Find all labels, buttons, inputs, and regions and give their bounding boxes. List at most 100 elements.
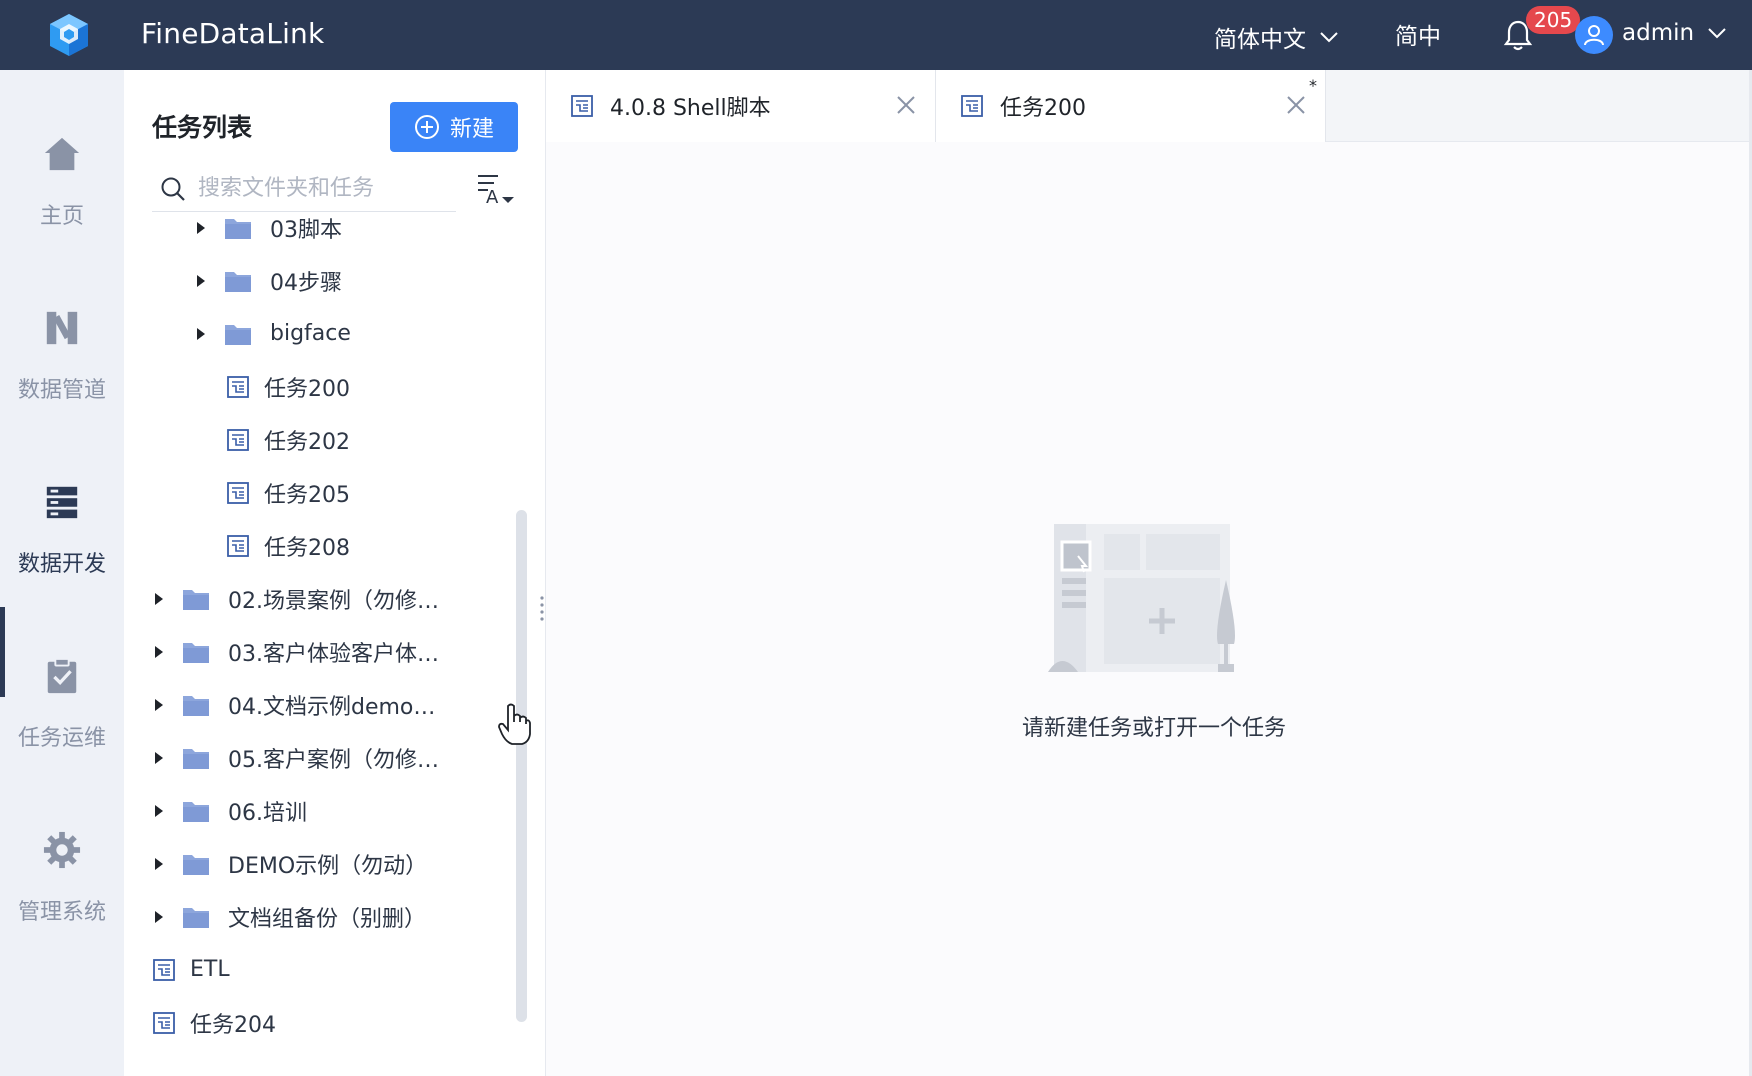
task-list-panel: 任务列表 新建 A 03脚本 04步骤 bigface 任务200 任务202 任务205… bbox=[124, 70, 546, 1076]
user-menu[interactable]: admin bbox=[1622, 20, 1728, 46]
tab-shell-script[interactable]: 4.0.8 Shell脚本 bbox=[546, 70, 936, 142]
search-input[interactable] bbox=[198, 176, 448, 201]
task-icon bbox=[153, 1011, 175, 1034]
tree-folder-row[interactable]: 04.文档示例demo… bbox=[152, 678, 435, 731]
tree-item-label: DEMO示例（勿动） bbox=[228, 853, 428, 879]
folder-icon bbox=[183, 801, 209, 822]
user-icon bbox=[1584, 25, 1604, 46]
folder-icon bbox=[183, 695, 209, 716]
tree-item-label: 04.文档示例demo… bbox=[228, 694, 436, 720]
tree-item-label: 文档组备份（别删） bbox=[228, 906, 427, 932]
app-logo-icon[interactable] bbox=[44, 12, 94, 58]
tree-item-label: 05.客户案例（勿修… bbox=[228, 747, 439, 773]
new-task-button[interactable]: 新建 bbox=[390, 102, 518, 152]
folder-icon bbox=[225, 324, 251, 345]
caret-right-icon[interactable] bbox=[152, 592, 166, 606]
scrollbar[interactable] bbox=[516, 510, 527, 1022]
chevron-down-icon bbox=[1708, 28, 1726, 39]
folder-icon bbox=[225, 218, 251, 239]
search-icon bbox=[161, 177, 185, 201]
tree-folder-row[interactable]: 文档组备份（别删） bbox=[152, 890, 426, 943]
tab-task-200[interactable]: 任务200 * bbox=[936, 70, 1326, 142]
caret-right-icon[interactable] bbox=[194, 327, 208, 341]
tree-folder-row[interactable]: DEMO示例（勿动） bbox=[152, 837, 427, 890]
task-icon bbox=[153, 958, 175, 981]
simplified-toggle[interactable]: 简中 bbox=[1395, 17, 1441, 51]
tree-folder-row[interactable]: 03.客户体验客户体… bbox=[152, 625, 439, 678]
caret-right-icon[interactable] bbox=[152, 910, 166, 924]
avatar[interactable] bbox=[1575, 16, 1613, 54]
unsaved-marker: * bbox=[1309, 76, 1317, 95]
task-icon bbox=[227, 534, 249, 557]
top-bar: FineDataLink 简体中文 简中 205 admin bbox=[0, 0, 1752, 70]
tree-item-label: 03.客户体验客户体… bbox=[228, 641, 439, 667]
caret-right-icon[interactable] bbox=[152, 698, 166, 712]
nav-item-home[interactable]: 主页 bbox=[0, 70, 124, 230]
svg-text:A: A bbox=[486, 187, 499, 208]
language-label: 简体中文 bbox=[1214, 27, 1306, 53]
close-icon[interactable] bbox=[895, 94, 917, 116]
tree-task-row[interactable]: 任务208 bbox=[194, 519, 350, 572]
task-icon bbox=[961, 95, 983, 117]
sort-icon[interactable]: A bbox=[476, 170, 516, 208]
folder-icon bbox=[183, 748, 209, 769]
tree-item-label: bigface bbox=[270, 321, 351, 346]
folder-icon bbox=[183, 642, 209, 663]
nav-item-admin[interactable]: 管理系统 bbox=[0, 766, 124, 926]
tab-label: 任务200 bbox=[1000, 96, 1086, 121]
caret-right-icon[interactable] bbox=[152, 804, 166, 818]
data-dev-icon bbox=[42, 482, 82, 522]
username: admin bbox=[1622, 20, 1695, 46]
tree-item-label: 06.培训 bbox=[228, 800, 307, 826]
folder-icon bbox=[183, 589, 209, 610]
tree-item-label: 任务208 bbox=[264, 535, 350, 561]
task-icon bbox=[227, 428, 249, 451]
tree-folder-row[interactable]: bigface bbox=[194, 307, 351, 360]
app-title: FineDataLink bbox=[141, 17, 325, 50]
nav-item-pipeline[interactable]: 数据管道 bbox=[0, 244, 124, 404]
plus-circle-icon bbox=[414, 115, 439, 139]
tree-item-label: 任务205 bbox=[264, 482, 350, 508]
nav-item-task-ops[interactable]: 任务运维 bbox=[0, 592, 124, 752]
task-icon bbox=[227, 481, 249, 504]
nav-rail: 主页 数据管道 数据开发 任务运维 管理系统 bbox=[0, 70, 124, 1076]
task-ops-icon bbox=[42, 656, 82, 696]
nav-item-label: 管理系统 bbox=[17, 900, 106, 925]
tree-task-row[interactable]: ETL bbox=[152, 943, 230, 996]
home-icon bbox=[42, 134, 82, 174]
tree-folder-row[interactable]: 05.客户案例（勿修… bbox=[152, 731, 439, 784]
nav-item-label: 数据开发 bbox=[17, 552, 106, 577]
tree-item-label: 03脚本 bbox=[270, 217, 342, 243]
hand-cursor-icon bbox=[498, 702, 532, 746]
tree-task-row[interactable]: 任务202 bbox=[194, 413, 350, 466]
tree-item-label: 任务202 bbox=[264, 429, 350, 455]
folder-icon bbox=[225, 271, 251, 292]
notification-badge: 205 bbox=[1526, 6, 1581, 34]
caret-right-icon[interactable] bbox=[194, 221, 208, 235]
tree-task-row[interactable]: 任务200 bbox=[194, 360, 350, 413]
tree-folder-row[interactable]: 06.培训 bbox=[152, 784, 307, 837]
language-selector[interactable]: 简体中文 bbox=[1214, 20, 1340, 54]
nav-item-label: 数据管道 bbox=[17, 378, 106, 403]
caret-right-icon[interactable] bbox=[194, 274, 208, 288]
tree-folder-row[interactable]: 04步骤 bbox=[194, 254, 342, 307]
caret-right-icon[interactable] bbox=[152, 857, 166, 871]
nav-item-label: 任务运维 bbox=[17, 726, 106, 751]
nav-item-data-dev[interactable]: 数据开发 bbox=[0, 418, 124, 578]
pipeline-icon bbox=[42, 308, 82, 348]
task-icon bbox=[227, 375, 249, 398]
task-icon bbox=[571, 95, 593, 117]
tree-folder-row[interactable]: 02.场景案例（勿修… bbox=[152, 572, 439, 625]
empty-state-message: 请新建任务或打开一个任务 bbox=[1022, 716, 1287, 741]
tree-task-row[interactable]: 任务204 bbox=[152, 996, 276, 1049]
tree-item-label: 04步骤 bbox=[270, 270, 342, 296]
nav-item-label: 主页 bbox=[39, 204, 84, 229]
folder-icon bbox=[183, 854, 209, 875]
tab-label: 4.0.8 Shell脚本 bbox=[610, 96, 771, 121]
tree-item-label: 02.场景案例（勿修… bbox=[228, 588, 439, 614]
tree-task-row[interactable]: 任务205 bbox=[194, 466, 350, 519]
tree-folder-row[interactable]: 03脚本 bbox=[194, 201, 342, 254]
caret-right-icon[interactable] bbox=[152, 751, 166, 765]
caret-right-icon[interactable] bbox=[152, 645, 166, 659]
close-icon[interactable] bbox=[1285, 94, 1307, 116]
